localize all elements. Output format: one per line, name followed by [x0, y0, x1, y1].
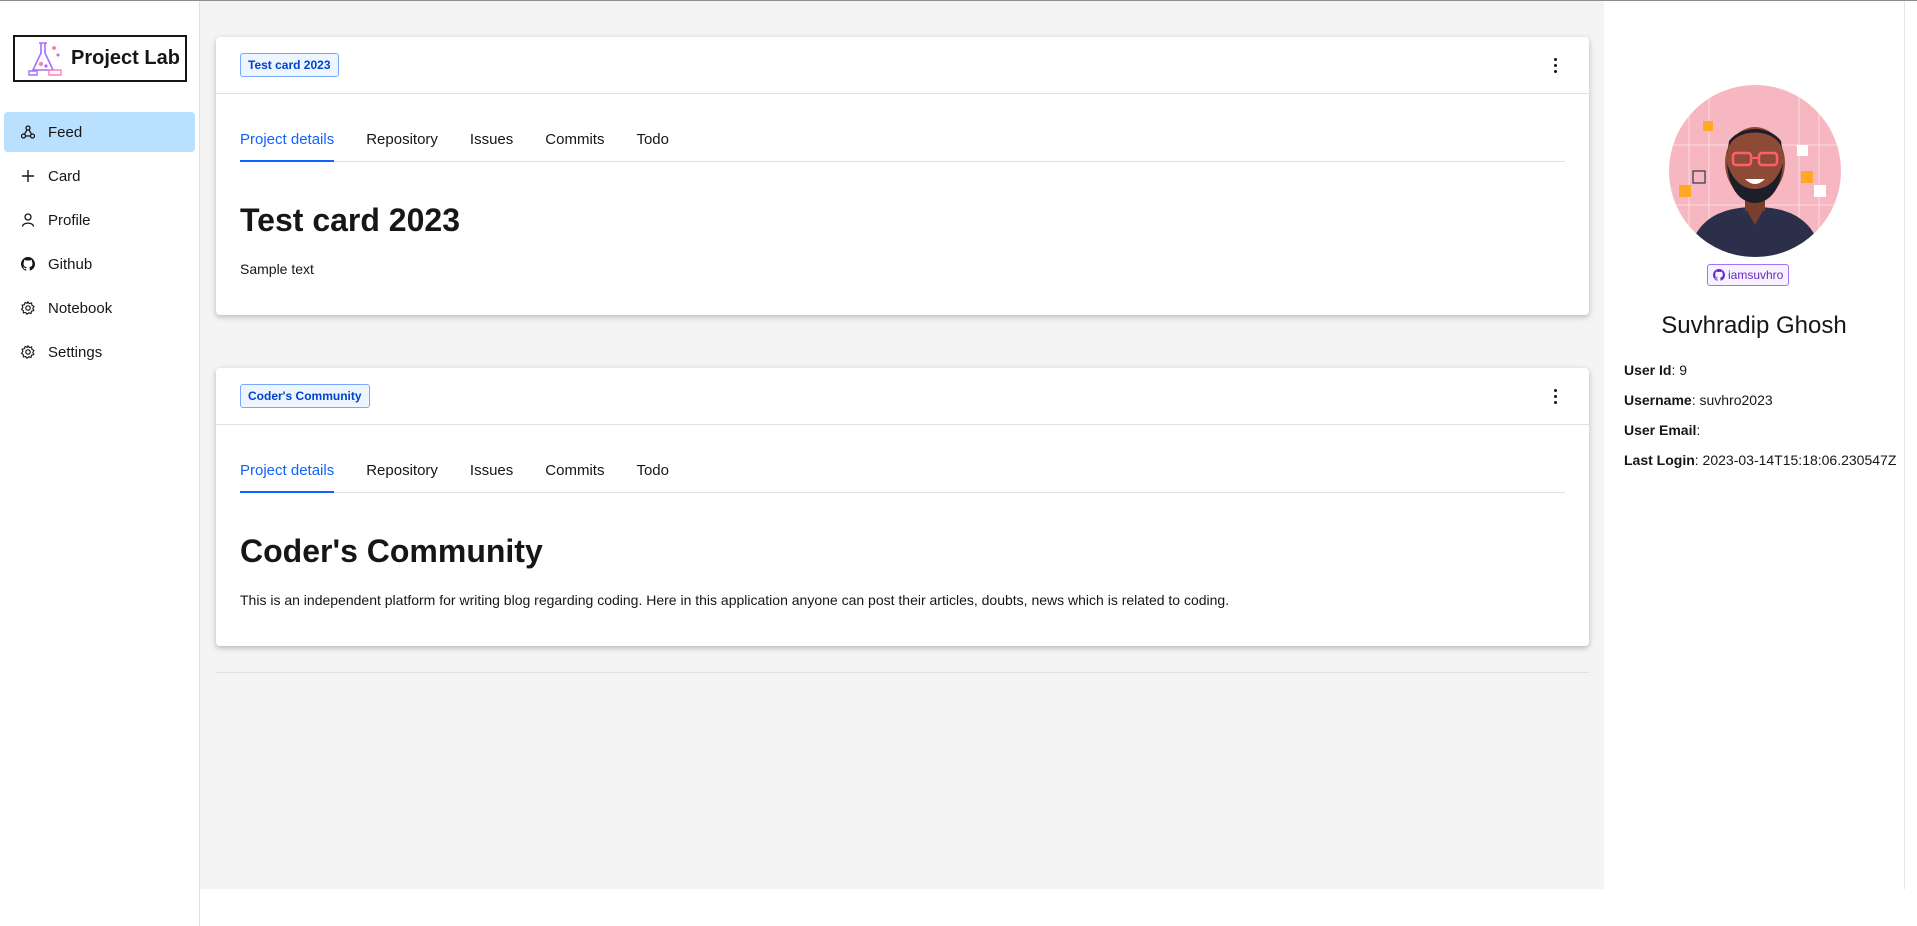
project-card: Coder's Community Project details Reposi… [216, 368, 1589, 646]
plus-icon [20, 168, 36, 184]
user-id-row: User Id: 9 [1624, 362, 1896, 392]
last-login-label: Last Login [1624, 452, 1695, 468]
sidebar-item-label: Feed [48, 123, 83, 141]
card-header: Coder's Community [216, 368, 1589, 425]
tab-commits[interactable]: Commits [545, 449, 604, 492]
username-label: Username [1624, 392, 1692, 408]
sidebar-item-label: Github [48, 255, 93, 273]
card-body: Coder's Community This is an independent… [216, 493, 1589, 646]
feed: Test card 2023 Project details Repositor… [200, 1, 1604, 889]
card-tabs: Project details Repository Issues Commit… [240, 449, 1565, 493]
tab-commits[interactable]: Commits [545, 118, 604, 161]
tab-issues[interactable]: Issues [470, 449, 513, 492]
project-card: Test card 2023 Project details Repositor… [216, 37, 1589, 315]
card-description: This is an independent platform for writ… [240, 592, 1230, 608]
user-id-label: User Id [1624, 362, 1672, 378]
avatar-illustration [1669, 85, 1841, 257]
profile-panel: iamsuvhro Suvhradip Ghosh User Id: 9 Use… [1604, 1, 1904, 889]
card-tag[interactable]: Test card 2023 [240, 53, 339, 77]
card-body: Test card 2023 Sample text [216, 162, 1589, 315]
sidebar-item-settings[interactable]: Settings [4, 332, 195, 372]
card-title: Test card 2023 [240, 202, 460, 238]
sidebar-item-feed[interactable]: Feed [4, 112, 195, 152]
tab-project-details[interactable]: Project details [240, 118, 335, 162]
gear-icon [20, 300, 36, 316]
sidebar-item-label: Settings [48, 343, 103, 361]
last-login-value: : 2023-03-14T15:18:06.230547Z [1694, 452, 1897, 468]
gear-icon [20, 344, 36, 360]
user-icon [20, 212, 36, 228]
last-login-row: Last Login: 2023-03-14T15:18:06.230547Z [1624, 452, 1896, 482]
scrollbar[interactable] [1904, 1, 1917, 889]
github-handle: iamsuvhro [1728, 268, 1784, 282]
github-icon [20, 256, 36, 272]
sidebar-item-card[interactable]: Card [4, 156, 195, 196]
card-tag[interactable]: Coder's Community [240, 384, 370, 408]
flask-logo-icon [28, 41, 62, 76]
sidebar: Project Lab Feed Card Profile Github Not… [0, 1, 200, 926]
tab-todo[interactable]: Todo [636, 449, 669, 492]
card-tabs: Project details Repository Issues Commit… [240, 118, 1565, 162]
email-label: User Email [1624, 422, 1697, 438]
sidebar-item-github[interactable]: Github [4, 244, 195, 284]
tab-repository[interactable]: Repository [366, 118, 438, 161]
sidebar-item-notebook[interactable]: Notebook [4, 288, 195, 328]
card-title: Coder's Community [240, 533, 543, 569]
profile-name: Suvhradip Ghosh [1661, 312, 1847, 339]
tab-project-details[interactable]: Project details [240, 449, 335, 493]
username-value: : suvhro2023 [1691, 392, 1773, 408]
sidebar-item-label: Notebook [48, 299, 113, 317]
share-nodes-icon [20, 124, 36, 140]
app-logo-text: Project Lab [71, 47, 180, 69]
card-header: Test card 2023 [216, 37, 1589, 94]
sidebar-nav: Feed Card Profile Github Notebook Settin… [4, 112, 195, 376]
tab-todo[interactable]: Todo [636, 118, 669, 161]
overflow-menu-icon[interactable] [1545, 55, 1565, 75]
email-value: : [1696, 422, 1701, 438]
card-description: Sample text [240, 261, 314, 277]
avatar [1669, 85, 1841, 257]
tab-repository[interactable]: Repository [366, 449, 438, 492]
sidebar-item-profile[interactable]: Profile [4, 200, 195, 240]
tab-issues[interactable]: Issues [470, 118, 513, 161]
overflow-menu-icon[interactable] [1545, 386, 1565, 406]
user-id-value: : 9 [1671, 362, 1688, 378]
divider [216, 672, 1589, 673]
email-row: User Email: [1624, 422, 1896, 452]
sidebar-item-label: Card [48, 167, 81, 185]
profile-info: User Id: 9 Username: suvhro2023 User Ema… [1624, 362, 1896, 482]
github-icon [1713, 269, 1725, 281]
username-row: Username: suvhro2023 [1624, 392, 1896, 422]
app-logo[interactable]: Project Lab [13, 35, 187, 82]
sidebar-item-label: Profile [48, 211, 91, 229]
github-handle-tag[interactable]: iamsuvhro [1707, 264, 1790, 286]
